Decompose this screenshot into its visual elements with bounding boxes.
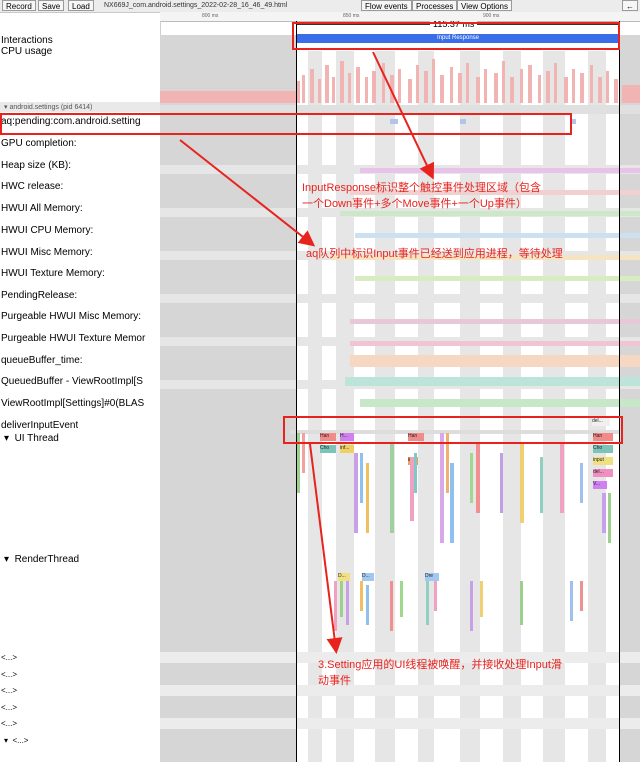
annotation-aq-pending: aq队列中标识Input事件已经送到应用进程，等待处理 bbox=[306, 248, 563, 260]
annotation-arrows bbox=[179, 51, 435, 654]
annotation-ui-thread-line1: 3.Setting应用的UI线程被唤醒，并接收处理Input滑 bbox=[318, 659, 562, 671]
annotation-input-response-line1: InputResponse标识整个触控事件处理区域（包含 bbox=[302, 182, 541, 194]
annotation-input-response-line2: 一个Down事件+多个Move事件+一个Up事件） bbox=[302, 198, 527, 210]
annotation-ui-thread-line2: 动事件 bbox=[318, 675, 351, 687]
